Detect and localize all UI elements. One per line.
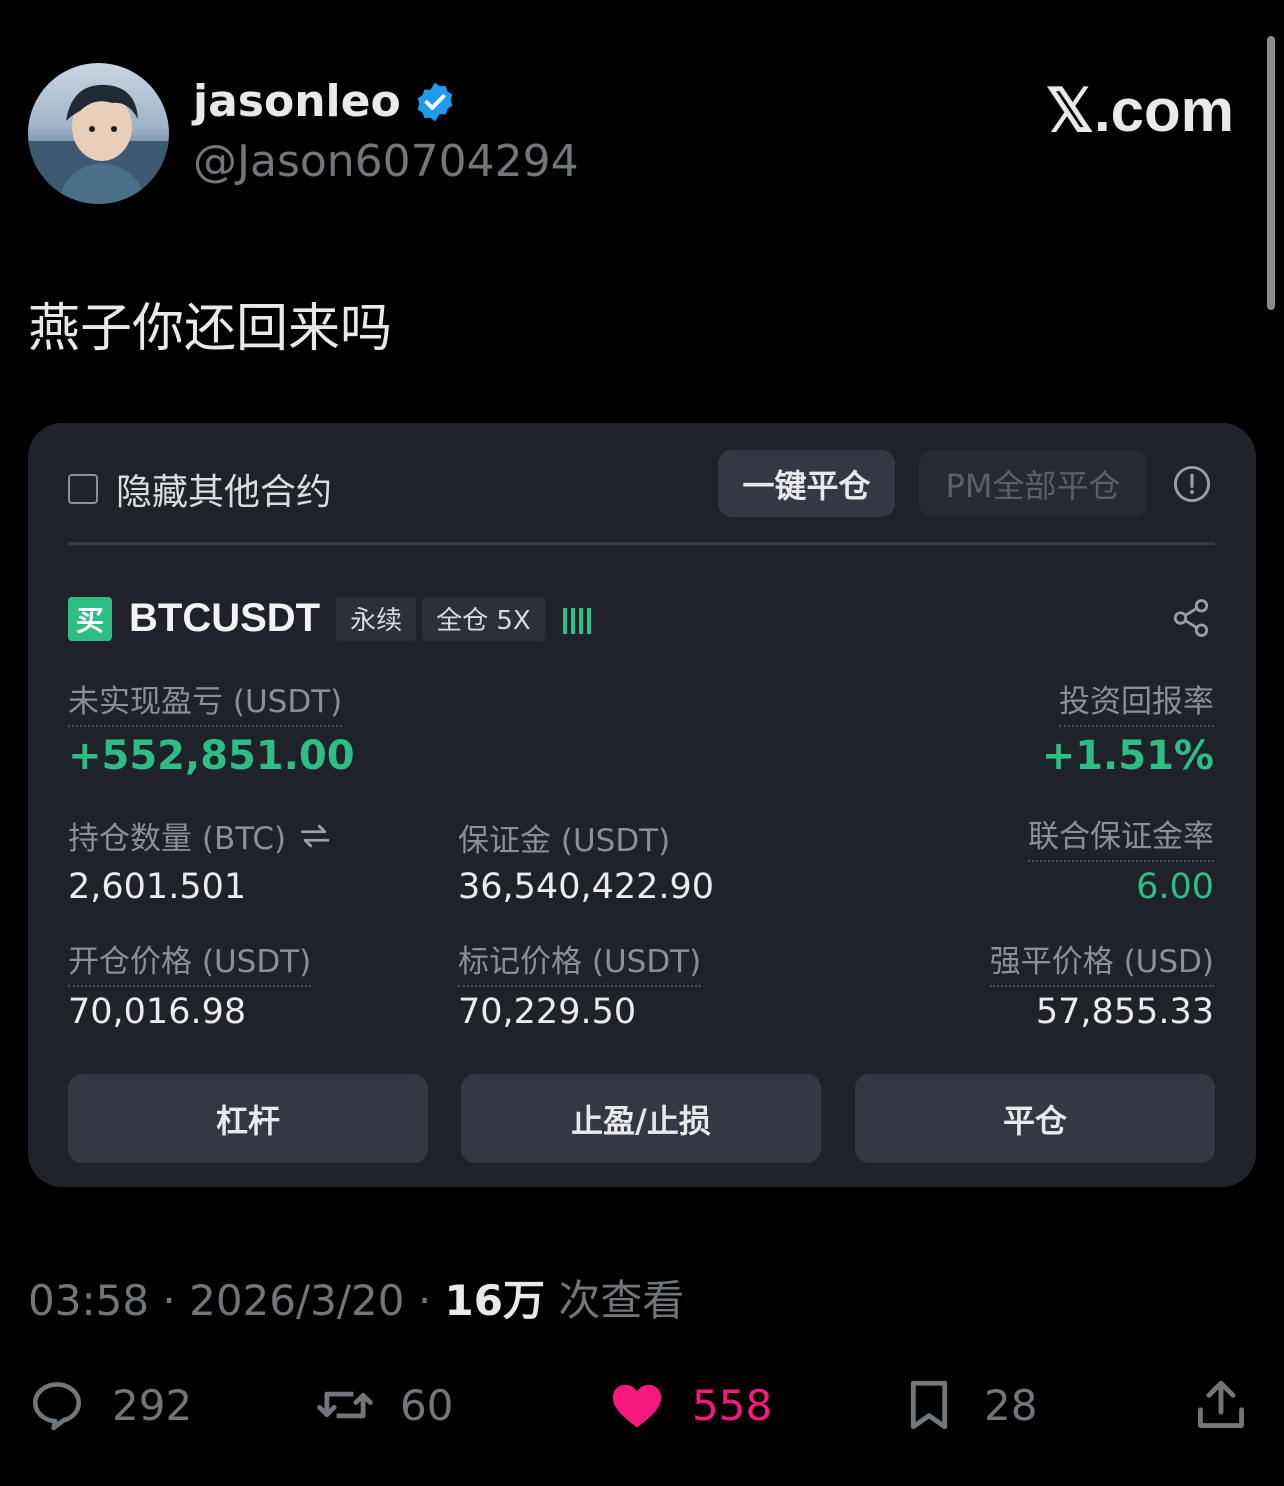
cross-leverage-tag: 全仓 5X (422, 596, 545, 641)
divider (68, 542, 1215, 545)
position-size-label: 持仓数量 (BTC) (68, 821, 287, 857)
reply-action[interactable]: 292 (28, 1376, 192, 1434)
separator: · (162, 1276, 190, 1325)
unrealized-pnl-value: +552,851.00 (68, 733, 355, 779)
heart-icon (612, 1384, 662, 1428)
views-label: 次查看 (558, 1276, 685, 1325)
avatar[interactable] (28, 63, 169, 204)
like-count: 558 (692, 1380, 773, 1430)
entry-price-value: 70,016.98 (68, 992, 247, 1032)
close-all-button[interactable]: 一键平仓 (718, 450, 895, 517)
upload-share-icon (1198, 1380, 1244, 1428)
hide-other-contracts[interactable]: 隐藏其他合约 (68, 463, 332, 515)
mark-price-value: 70,229.50 (458, 992, 637, 1032)
risk-bars-icon (562, 604, 591, 634)
roi-value: +1.51% (1041, 733, 1214, 779)
tweet-text: 燕子你还回来吗 (28, 299, 393, 359)
margin-value: 36,540,422.90 (458, 867, 715, 907)
position-size-row: 持仓数量 (BTC) (68, 813, 334, 858)
avatar-image (28, 84, 169, 204)
pm-close-all-button[interactable]: PM全部平仓 (919, 450, 1147, 517)
info-icon[interactable] (1173, 465, 1211, 503)
reply-count: 292 (112, 1380, 193, 1430)
repost-action[interactable]: 60 (316, 1376, 453, 1434)
position-card: 隐藏其他合约 一键平仓 PM全部平仓 买 BTCUSDT 永续 全仓 5X 未实… (28, 423, 1256, 1187)
share-icon[interactable] (1170, 597, 1212, 639)
repost-count: 60 (400, 1380, 454, 1430)
swap-unit-icon[interactable] (296, 819, 334, 853)
repost-icon (317, 1391, 373, 1419)
symbol[interactable]: BTCUSDT (129, 596, 320, 641)
roi-label[interactable]: 投资回报率 (1059, 676, 1214, 727)
liq-price-label[interactable]: 强平价格 (USD) (989, 936, 1214, 987)
perpetual-tag: 永续 (336, 596, 417, 641)
views-count: 16万 (444, 1276, 545, 1325)
bookmark-action[interactable]: 28 (900, 1376, 1037, 1434)
action-bar: 292 60 558 28 (0, 1372, 1284, 1442)
hide-label: 隐藏其他合约 (116, 472, 333, 513)
verified-badge-icon (417, 82, 453, 121)
buy-tag: 买 (68, 596, 112, 641)
tweet-meta: 03:58 · 2026/3/20 · 16万 次查看 (28, 1267, 684, 1328)
close-position-button[interactable]: 平仓 (855, 1074, 1215, 1163)
share-action[interactable] (1192, 1376, 1250, 1434)
author-handle[interactable]: @Jason60704294 (193, 136, 579, 187)
unrealized-pnl-label[interactable]: 未实现盈亏 (USDT) (68, 676, 343, 727)
margin-label: 保证金 (USDT) (458, 823, 671, 859)
position-size-value: 2,601.501 (68, 867, 247, 907)
symbol-row: 买 BTCUSDT 永续 全仓 5X (68, 596, 591, 641)
like-action[interactable]: 558 (608, 1376, 772, 1434)
margin-ratio-value: 6.00 (1136, 867, 1214, 907)
liq-price-value: 57,855.33 (1035, 992, 1214, 1032)
author-name[interactable]: jasonleo (193, 76, 401, 127)
tpsl-button[interactable]: 止盈/止损 (461, 1074, 821, 1163)
hide-checkbox[interactable] (68, 474, 98, 504)
mark-price-label[interactable]: 标记价格 (USDT) (458, 936, 702, 987)
tweet-date[interactable]: 2026/3/20 (189, 1276, 404, 1325)
reply-icon (32, 1382, 82, 1431)
bookmark-icon (910, 1380, 948, 1430)
entry-price-label[interactable]: 开仓价格 (USDT) (68, 936, 312, 987)
x-logo: 𝕏.com (1045, 77, 1234, 144)
scrollbar[interactable] (1267, 36, 1275, 310)
author-name-row[interactable]: jasonleo (193, 76, 457, 127)
leverage-button[interactable]: 杠杆 (68, 1074, 428, 1163)
margin-ratio-label[interactable]: 联合保证金率 (1028, 811, 1214, 862)
tweet-time[interactable]: 03:58 (28, 1276, 149, 1325)
separator: · (417, 1276, 445, 1325)
bookmark-count: 28 (984, 1380, 1038, 1430)
